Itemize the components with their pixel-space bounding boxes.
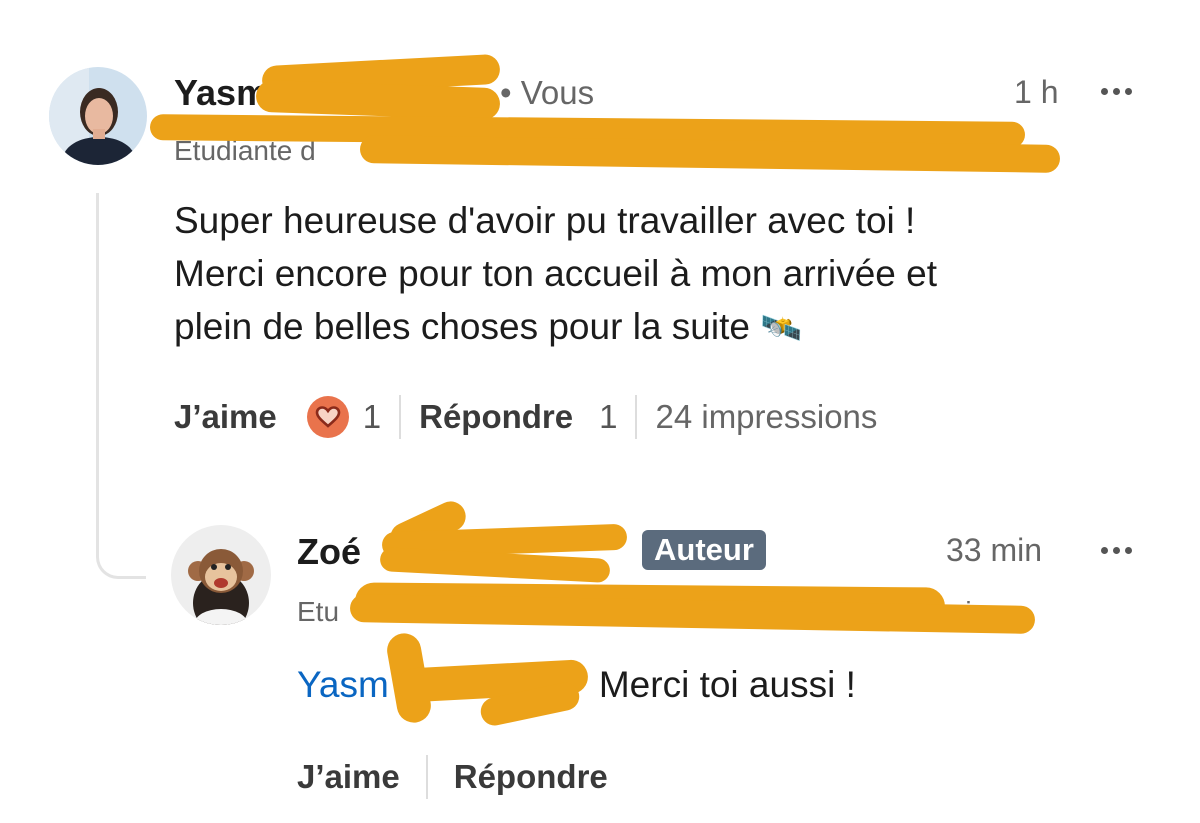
action-divider	[425, 755, 428, 799]
comment-text: Super heureuse d'avoir pu travailler ave…	[174, 200, 937, 348]
reply-actions: J’aime Répondre	[297, 752, 608, 802]
avatar[interactable]	[171, 525, 271, 625]
comment-author-name[interactable]: Yasm	[174, 72, 268, 114]
redaction-mark	[255, 79, 501, 121]
redaction-mark	[379, 546, 611, 584]
you-label: • Vous	[500, 74, 595, 111]
like-button[interactable]: J’aime	[297, 758, 400, 796]
mention-link[interactable]: Yasm	[297, 664, 389, 705]
more-dots-icon[interactable]	[1101, 88, 1132, 95]
action-divider	[399, 395, 402, 439]
reply-time: 33 min	[946, 532, 1043, 568]
reply-button[interactable]: Répondre	[454, 758, 608, 796]
like-button[interactable]: J’aime	[174, 398, 277, 436]
reply-author-headline: Etu	[297, 596, 340, 627]
more-dots-icon[interactable]	[1101, 547, 1132, 554]
reply-count: 1	[599, 398, 618, 435]
like-count: 1	[362, 398, 382, 435]
thread-connector	[96, 193, 146, 579]
comment-actions: J’aime 1 Répondre 1 24 impressions	[174, 392, 877, 442]
satellite-emoji: 🛰️	[760, 309, 803, 348]
avatar[interactable]	[49, 67, 147, 165]
action-divider	[635, 395, 638, 439]
comment-time: 1 h	[1014, 74, 1059, 110]
reply-author-name[interactable]: Zoé	[297, 531, 361, 573]
heart-icon[interactable]	[306, 396, 349, 438]
author-badge: Auteur	[642, 530, 766, 570]
impressions-count: 24 impressions	[655, 398, 878, 435]
comment-thread: Yasm • Vous 1 h Etudiante d aeronauti Su…	[0, 0, 1200, 823]
reply-button[interactable]: Répondre	[419, 398, 573, 436]
